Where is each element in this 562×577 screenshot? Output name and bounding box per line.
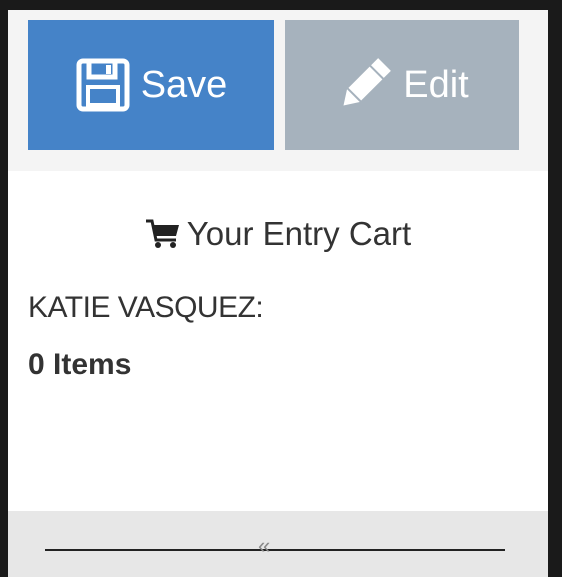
cart-title-text: Your Entry Cart [186, 215, 412, 252]
splitter-handle[interactable] [45, 549, 505, 551]
edit-button[interactable]: Edit [285, 20, 519, 150]
pencil-icon [335, 56, 393, 114]
save-button[interactable]: Save [28, 20, 274, 150]
panel-footer: « [8, 511, 548, 577]
cart-item-count: 0 Items [28, 348, 132, 381]
save-button-label: Save [140, 63, 228, 106]
entry-cart: Your Entry Cart KATIE VASQUEZ: 0 Items [8, 171, 548, 511]
double-chevron-left-icon[interactable]: « [258, 535, 270, 557]
toolbar: Save Edit [8, 10, 548, 171]
customer-name[interactable]: KATIE VASQUEZ: [28, 291, 264, 325]
edit-button-label: Edit [403, 63, 469, 106]
cart-title: Your Entry Cart [8, 215, 548, 253]
entry-panel: Save Edit Your Entry Cart KATIE VASQUEZ:… [8, 10, 548, 577]
shopping-cart-icon [145, 218, 181, 250]
floppy-disk-icon [75, 57, 131, 113]
